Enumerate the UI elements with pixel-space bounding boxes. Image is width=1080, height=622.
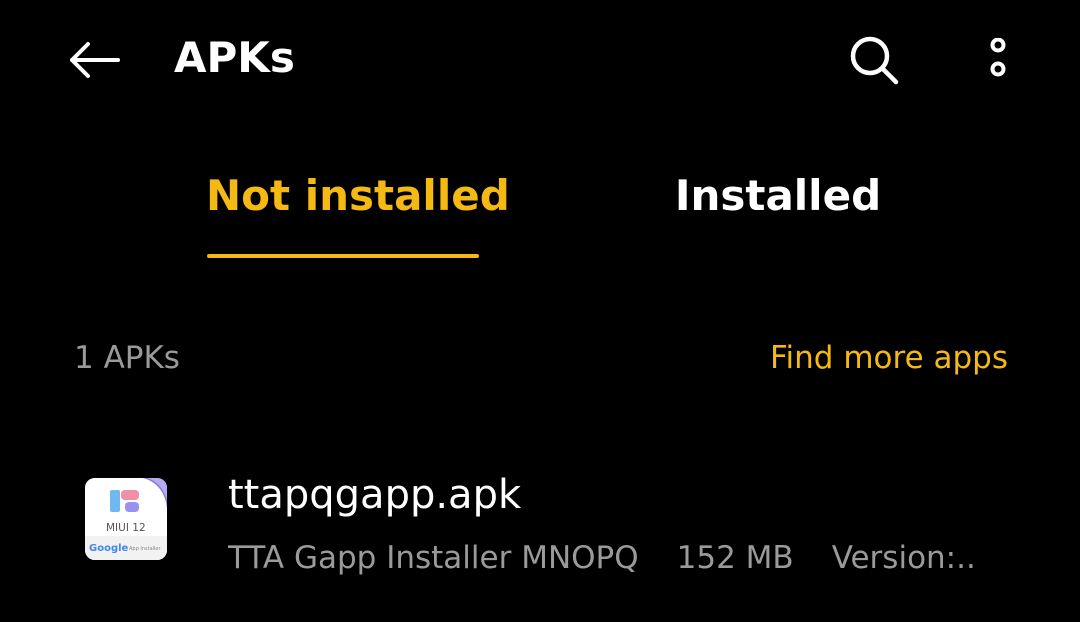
apk-meta: TTA Gapp Installer MNOPQ 152 MB Version:..	[228, 538, 1018, 578]
list-item[interactable]: MIUI 12 Google App Installer ttapqgapp.a…	[0, 440, 1080, 610]
app-bar: APKs	[0, 0, 1080, 118]
apk-file-name: ttapqgapp.apk	[228, 472, 522, 518]
icon-badge-text: MIUI 12	[106, 522, 146, 534]
tab-not-installed[interactable]: Not installed	[206, 168, 510, 224]
apk-app-name: TTA Gapp Installer MNOPQ	[228, 540, 639, 576]
miui-12-google-installer-icon: MIUI 12 Google App Installer	[85, 478, 167, 560]
arrow-left-icon	[70, 42, 120, 78]
more-options-button[interactable]	[972, 28, 1024, 92]
apk-count-label: 1 APKs	[74, 340, 180, 376]
search-icon	[850, 36, 899, 85]
icon-brand-text: Google	[89, 543, 129, 554]
more-vertical-icon	[990, 38, 1006, 77]
apk-size: 152 MB	[676, 540, 794, 576]
page-title: APKs	[174, 33, 295, 82]
tab-selected-indicator	[207, 254, 479, 258]
find-more-apps-link[interactable]: Find more apps	[770, 338, 1008, 378]
search-button[interactable]	[842, 28, 906, 92]
apk-version: Version:..	[831, 540, 976, 576]
icon-caption-text: App Installer	[129, 546, 161, 552]
back-button[interactable]	[62, 30, 126, 90]
tab-installed[interactable]: Installed	[660, 168, 896, 224]
